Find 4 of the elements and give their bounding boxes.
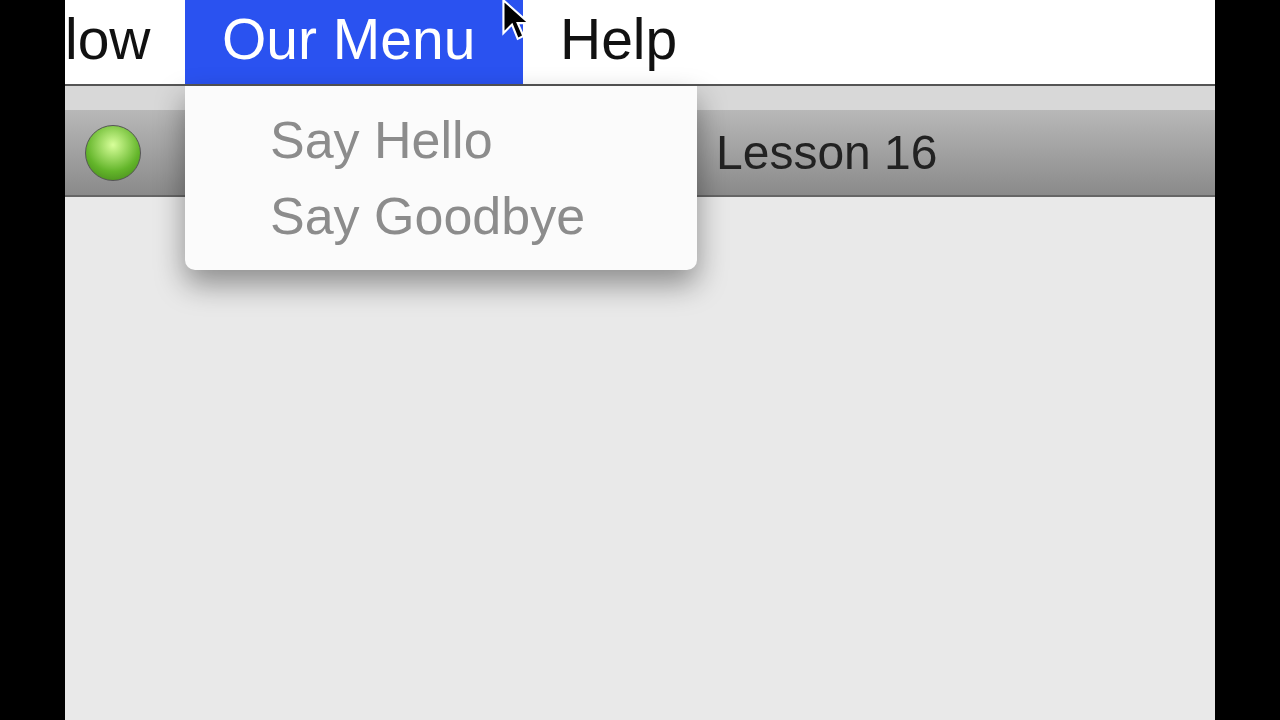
menu-bar-item[interactable]: Help	[523, 0, 678, 84]
window-title: Lesson 16	[716, 125, 938, 180]
menu-bar-item[interactable]: low	[65, 0, 185, 84]
menu-bar-item[interactable]: Our Menu	[185, 0, 523, 84]
